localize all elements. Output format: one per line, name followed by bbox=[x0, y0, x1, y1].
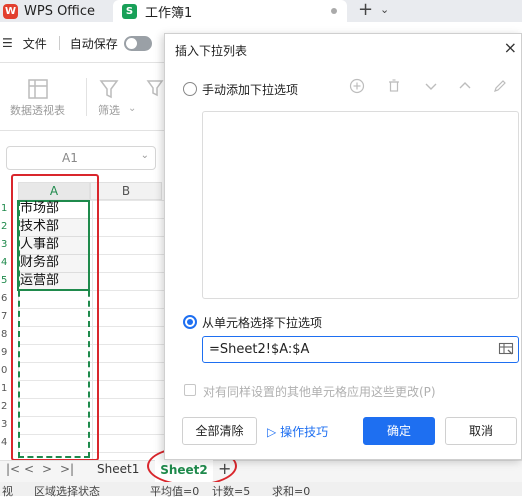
cancel-button[interactable]: 取消 bbox=[445, 417, 517, 445]
toolbar-separator bbox=[86, 78, 87, 116]
cell-option-radio[interactable] bbox=[183, 315, 197, 329]
manual-option-label[interactable]: 手动添加下拉选项 bbox=[202, 81, 298, 98]
name-box[interactable]: A1 ⌄ bbox=[6, 146, 156, 170]
title-bar: W WPS Office S 工作簿1 + ⌄ bbox=[0, 0, 522, 22]
tips-link[interactable]: ▷ 操作技巧 bbox=[267, 423, 328, 440]
range-picker-icon[interactable] bbox=[498, 341, 514, 357]
apply-same-checkbox[interactable] bbox=[184, 384, 196, 396]
prev-sheet-icon[interactable]: < bbox=[24, 462, 34, 476]
tab-list-chevron-icon[interactable]: ⌄ bbox=[380, 3, 389, 16]
document-title: 工作簿1 bbox=[145, 5, 193, 21]
move-up-icon[interactable] bbox=[457, 78, 473, 94]
source-range-input[interactable]: =Sheet2!$A:$A bbox=[202, 336, 519, 363]
dropdown-items-list[interactable] bbox=[202, 111, 519, 299]
toolbar-bottom-divider bbox=[0, 130, 170, 131]
document-tab[interactable]: S 工作簿1 bbox=[113, 0, 347, 22]
advanced-filter-button[interactable] bbox=[146, 76, 166, 102]
move-down-icon[interactable] bbox=[423, 78, 439, 94]
wps-logo-icon: W bbox=[3, 3, 18, 19]
toolbar-divider bbox=[0, 62, 170, 63]
tab-sheet1[interactable]: Sheet1 bbox=[97, 462, 139, 476]
autosave-label: 自动保存 bbox=[69, 36, 118, 51]
cell-option-label[interactable]: 从单元格选择下拉选项 bbox=[202, 314, 322, 331]
status-sum: 求和=0 bbox=[272, 485, 311, 498]
next-sheet-icon[interactable]: > bbox=[42, 462, 52, 476]
close-icon[interactable]: × bbox=[504, 38, 517, 57]
pivot-table-label: 数据透视表 bbox=[10, 104, 65, 117]
status-mode: 区域选择状态 bbox=[34, 485, 100, 498]
filter-button[interactable]: 筛选 bbox=[98, 76, 120, 118]
name-box-value: A1 bbox=[62, 151, 78, 165]
red-highlight-box bbox=[11, 174, 99, 461]
advanced-filter-icon bbox=[146, 80, 164, 97]
edit-item-icon[interactable] bbox=[492, 78, 508, 94]
filter-dropdown-icon[interactable]: ⌄ bbox=[128, 103, 136, 114]
last-sheet-icon[interactable]: >| bbox=[60, 462, 74, 476]
ok-button[interactable]: 确定 bbox=[363, 417, 435, 445]
apply-same-label: 对有同样设置的其他单元格应用这些更改(P) bbox=[203, 385, 436, 399]
dialog-title: 插入下拉列表 bbox=[175, 44, 248, 58]
delete-item-icon[interactable] bbox=[386, 78, 402, 94]
autosave-toggle[interactable] bbox=[123, 35, 152, 51]
status-average: 平均值=0 bbox=[150, 485, 200, 498]
source-range-value: =Sheet2!$A:$A bbox=[209, 342, 310, 357]
manual-option-radio[interactable] bbox=[183, 82, 197, 96]
play-icon: ▷ bbox=[267, 425, 277, 439]
pivot-table-button[interactable]: 数据透视表 bbox=[10, 76, 65, 118]
menu-divider bbox=[58, 36, 60, 50]
filter-label: 筛选 bbox=[98, 104, 120, 117]
spreadsheet-icon: S bbox=[122, 3, 137, 19]
first-sheet-icon[interactable]: |< bbox=[6, 462, 20, 476]
file-menu[interactable]: 文件 bbox=[23, 35, 47, 52]
menu-icon[interactable]: ☰ bbox=[2, 36, 13, 50]
new-tab-button[interactable]: + bbox=[358, 0, 373, 22]
wps-home-tab[interactable]: W WPS Office bbox=[0, 0, 108, 22]
status-count: 计数=5 bbox=[212, 485, 251, 498]
add-item-icon[interactable] bbox=[349, 78, 365, 94]
column-header-b[interactable]: B bbox=[90, 182, 162, 200]
tips-label: 操作技巧 bbox=[280, 425, 329, 439]
insert-dropdown-dialog: 插入下拉列表 × 手动添加下拉选项 从单元格选择下拉选项 =Sheet2!$A:… bbox=[164, 33, 522, 460]
app-title: WPS Office bbox=[24, 3, 96, 19]
status-view: 视 bbox=[2, 485, 13, 498]
clear-all-button[interactable]: 全部清除 bbox=[182, 417, 257, 445]
filter-icon bbox=[99, 80, 119, 99]
menu-bar: ☰ 文件 自动保存 bbox=[0, 32, 170, 54]
unsaved-dot-icon[interactable] bbox=[331, 8, 337, 14]
pivot-table-icon bbox=[27, 79, 48, 99]
sheet-tab-bar bbox=[0, 460, 522, 482]
chevron-down-icon[interactable]: ⌄ bbox=[141, 150, 149, 161]
status-bar: 视 区域选择状态 平均值=0 计数=5 求和=0 bbox=[0, 482, 522, 498]
